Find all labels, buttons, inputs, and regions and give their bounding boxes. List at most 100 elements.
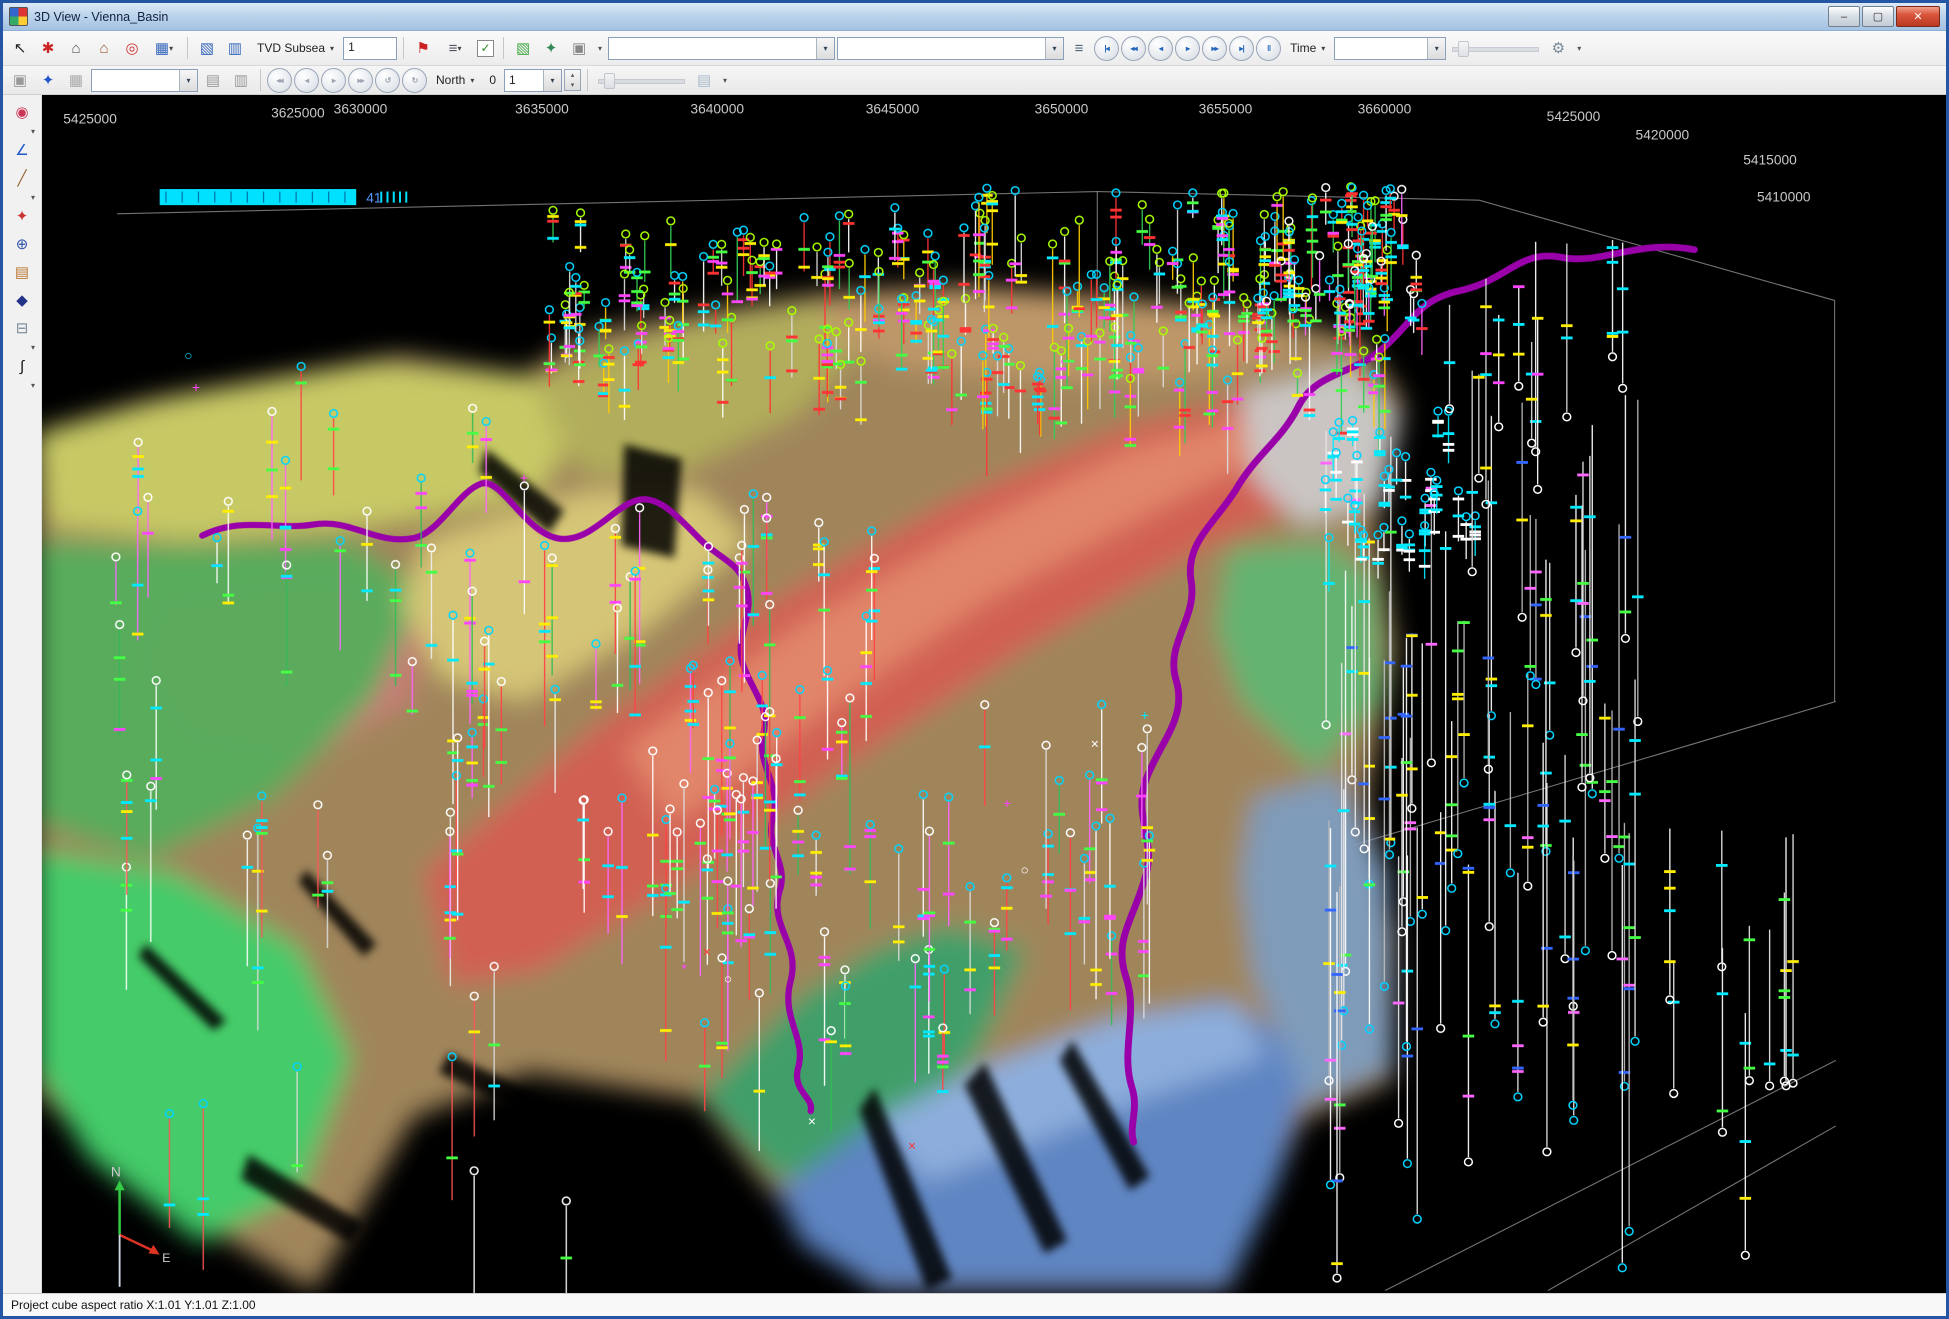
box-3d-icon[interactable]: ▧ — [510, 36, 536, 60]
object-combo-1[interactable]: ▾ — [608, 37, 835, 60]
gl-glyph: ▥ — [228, 41, 242, 56]
table-icon[interactable]: ▤ — [200, 68, 226, 92]
tool-ruler-icon[interactable]: ╱ — [7, 165, 37, 192]
status-text: Project cube aspect ratio X:1.01 Y:1.01 … — [11, 1298, 256, 1312]
svg-text:○: ○ — [184, 348, 192, 363]
svg-text:3635000: 3635000 — [515, 102, 569, 117]
view-preset-dropdown[interactable]: ▦▾ — [147, 36, 181, 60]
nav-back-button[interactable]: ◂ — [294, 68, 319, 93]
tool-wellhead-icon[interactable]: ◉ — [7, 99, 37, 126]
list-dropdown[interactable]: ≡▾ — [438, 36, 472, 60]
gl-glyph: ▥ — [234, 73, 248, 88]
tool-hammer-icon[interactable]: ⊕ — [7, 231, 37, 258]
nav-back-fast-button[interactable]: ◂◂ — [267, 68, 292, 93]
step-combo[interactable]: 1▾ — [504, 69, 562, 92]
target-icon[interactable]: ◎ — [119, 36, 145, 60]
title-bar[interactable]: 3D View - Vienna_Basin –▢✕ — [3, 3, 1946, 31]
close-button[interactable]: ✕ — [1896, 6, 1940, 27]
maximize-button[interactable]: ▢ — [1862, 6, 1894, 27]
tool-layers-icon[interactable]: ▤ — [7, 259, 37, 286]
more-tools-dropdown[interactable]: ▾ — [594, 37, 606, 59]
ddarrow-glyph: ▾ — [457, 44, 461, 53]
skip-end-button[interactable]: ▸| — [1229, 36, 1254, 61]
window-title: 3D View - Vienna_Basin — [34, 10, 1828, 24]
gl-glyph: ⚙ — [1552, 41, 1565, 56]
seed-icon[interactable]: ✦ — [538, 36, 564, 60]
step-back-button[interactable]: ◂ — [1148, 36, 1173, 61]
rotate-right-button[interactable]: ↻ — [402, 68, 427, 93]
tool-expander-1[interactable]: ▾ — [7, 127, 37, 136]
view-combo[interactable]: ▾ — [91, 69, 198, 92]
rotate-left-button[interactable]: ↺ — [375, 68, 400, 93]
gl-glyph: ▦ — [155, 41, 169, 56]
layers-icon[interactable]: ▤ — [691, 68, 717, 92]
compass-icon[interactable]: ✦ — [35, 68, 61, 92]
settings-sliders-icon[interactable]: ≡ — [1066, 36, 1092, 60]
time-dropdown[interactable]: Time▾ — [1283, 36, 1332, 60]
speed-slider[interactable] — [1448, 38, 1543, 58]
tool-expander-3[interactable]: ▾ — [7, 343, 37, 352]
visibility-checkbox[interactable]: ✓ — [477, 40, 494, 57]
pause-button[interactable]: ‖ — [1256, 36, 1281, 61]
scene-canvas[interactable]: *×○×+○+××○++5425000362500036300003635000… — [42, 95, 1946, 1293]
nav-forward-fast-button[interactable]: ▸▸ — [348, 68, 373, 93]
svg-text:3650000: 3650000 — [1035, 102, 1089, 117]
cbtn-glyph: ▾ — [543, 70, 561, 91]
step-spinner[interactable]: ▴▾ — [564, 69, 581, 91]
svg-text:N: N — [111, 1165, 121, 1180]
gl-glyph: ╱ — [17, 171, 26, 186]
cbtn-glyph: ▾ — [179, 70, 197, 91]
home-icon[interactable]: ⌂ — [63, 36, 89, 60]
zoom-slider[interactable] — [594, 70, 689, 90]
home-alt-icon[interactable]: ⌂ — [91, 36, 117, 60]
select-pointer-icon[interactable]: ↖ — [7, 36, 33, 60]
viewport-3d[interactable]: *×○×+○+××○++5425000362500036300003635000… — [42, 95, 1946, 1293]
copy-view-icon[interactable]: ▣ — [7, 68, 33, 92]
cube-intersection-icon[interactable]: ▥ — [222, 36, 248, 60]
slider-thumb[interactable] — [1458, 41, 1469, 57]
grid-icon[interactable]: ▦ — [63, 68, 89, 92]
tool-axis-icon[interactable]: ∠ — [7, 137, 37, 164]
gl-glyph: ✱ — [42, 41, 55, 56]
tool-curve-icon[interactable]: ∫ — [7, 353, 37, 380]
separator — [587, 69, 588, 91]
well-symbol-icon[interactable]: ✱ — [35, 36, 61, 60]
cval-glyph — [609, 38, 816, 59]
rewind-button[interactable]: ◂◂ — [1121, 36, 1146, 61]
gl-glyph: ≡ — [449, 41, 458, 56]
tool-pick-icon[interactable]: ✦ — [7, 203, 37, 230]
left-tool-palette: ◉▾∠╱▾✦⊕▤◆⊟▾∫▾ — [3, 95, 42, 1293]
gl-glyph: ▦ — [69, 73, 83, 88]
gl-glyph: ⊟ — [16, 321, 29, 336]
tool-expander-4[interactable]: ▾ — [7, 381, 37, 390]
gl-glyph: ▤ — [15, 265, 29, 280]
play-button[interactable]: ▸ — [1175, 36, 1200, 61]
svg-text:3630000: 3630000 — [334, 102, 388, 117]
tool-education-icon[interactable]: ◆ — [7, 287, 37, 314]
domain-dropdown[interactable]: TVD Subsea▾ — [250, 36, 341, 60]
hierarchy-dropdown[interactable]: ▾ — [1573, 37, 1585, 59]
svg-text:+: + — [520, 470, 528, 485]
svg-text:41: 41 — [366, 191, 381, 206]
skip-start-button[interactable]: |◂ — [1094, 36, 1119, 61]
hierarchy-icon[interactable]: ⚙ — [1545, 36, 1571, 60]
slider-thumb[interactable] — [604, 73, 615, 89]
cube-view-icon[interactable]: ▧ — [194, 36, 220, 60]
tool-database-icon[interactable]: ⊟ — [7, 315, 37, 342]
fast-forward-button[interactable]: ▸▸ — [1202, 36, 1227, 61]
layers-dropdown[interactable]: ▾ — [719, 69, 731, 91]
nav-forward-button[interactable]: ▸ — [321, 68, 346, 93]
vertical-scale-input[interactable]: 1 — [343, 37, 397, 60]
tool-expander-2[interactable]: ▾ — [7, 193, 37, 202]
north-dropdown[interactable]: North▾ — [429, 68, 481, 92]
highlighted-well-bar[interactable]: 41 — [160, 189, 407, 206]
table-alt-icon[interactable]: ▥ — [228, 68, 254, 92]
player-combo[interactable]: ▾ — [1334, 37, 1446, 60]
flag-icon[interactable]: ⚑ — [410, 36, 436, 60]
cval-glyph: 1 — [505, 70, 543, 91]
camera-icon[interactable]: ▣ — [566, 36, 592, 60]
ddarrow-glyph: ▾ — [470, 76, 474, 85]
gl-glyph: ⌂ — [99, 41, 108, 56]
minimize-button[interactable]: – — [1828, 6, 1860, 27]
object-combo-2[interactable]: ▾ — [837, 37, 1064, 60]
